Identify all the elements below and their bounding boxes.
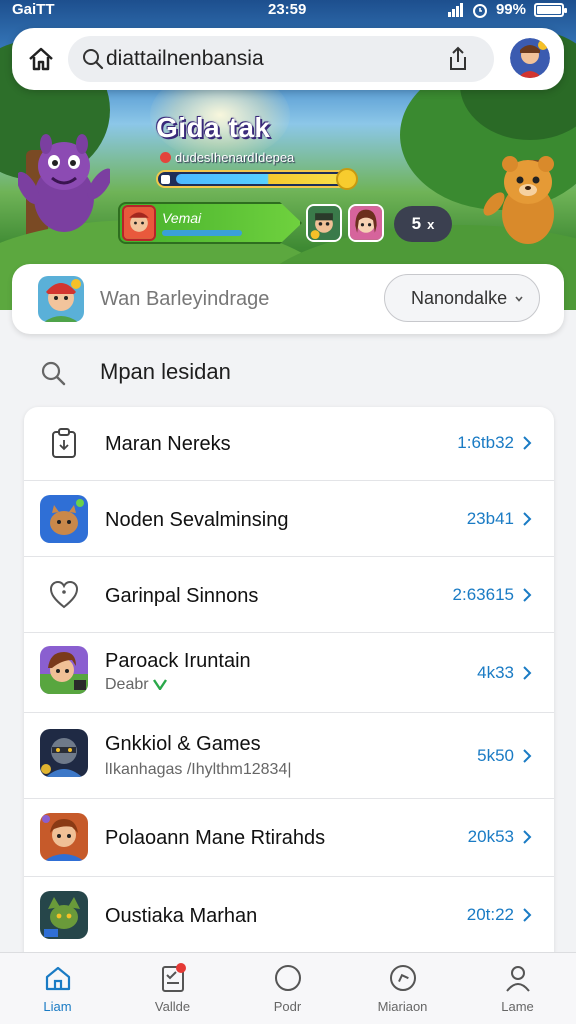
tab-home[interactable]: Liam (0, 953, 115, 1024)
game-title: Gida tak (156, 112, 271, 143)
signal-icon (447, 2, 463, 17)
circle-icon (275, 965, 301, 991)
list-item-value: 23b41 (466, 509, 514, 528)
clock: 23:59 (268, 1, 307, 18)
profile-dropdown[interactable]: Nanondalke (384, 274, 540, 322)
verified-check-icon (153, 679, 168, 692)
bear-illustration (483, 156, 554, 244)
list-item-title: Gnkkiol & Games (105, 733, 261, 755)
game-subtitle: dudesIhenardIdepea (160, 150, 294, 165)
list-item[interactable]: Polaoann Mane Rtirahds 20k53 (24, 799, 554, 877)
list-item-subtitle: lIkanhagas /Ihylthm12834| (105, 761, 292, 778)
address-search-bar[interactable]: diattailnenbansia (68, 36, 494, 82)
profile-name: Wan Barleyindrage (100, 288, 270, 310)
top-bar: diattailnenbansia (12, 28, 564, 90)
list-item[interactable]: Paroack Iruntain Deabr 4k33 (24, 633, 554, 713)
clipboard-icon (52, 428, 76, 458)
notification-badge (176, 963, 186, 973)
chevron-right-icon (523, 512, 532, 526)
chevron-right-icon (523, 666, 532, 680)
list-item[interactable]: Maran Nereks 1:6tb32 (24, 407, 554, 481)
game-app-icon (40, 729, 88, 777)
list-item-title: Garinpal Sinnons (105, 585, 259, 607)
tab-label: Vallde (154, 999, 191, 1014)
bottom-tab-bar: Liam Vallde Podr Miariaon Lame (0, 952, 576, 1024)
share-icon[interactable] (446, 46, 470, 72)
coin-icon (336, 168, 358, 190)
search-query: diattailnenbansia (106, 47, 264, 70)
list-item-title: Noden Sevalminsing (105, 509, 289, 531)
list-item[interactable]: Noden Sevalminsing 23b41 (24, 481, 554, 557)
chevron-right-icon (523, 830, 532, 844)
profile-avatar[interactable] (38, 276, 84, 322)
status-bar: GaiTT 23:59 99% (0, 0, 576, 22)
friend-avatar[interactable] (348, 204, 384, 242)
tab-label: Lame (501, 999, 534, 1014)
tab-values[interactable]: Vallde (115, 953, 230, 1024)
purple-monster-illustration (18, 134, 110, 232)
battery-icon (534, 2, 567, 17)
player-avatar (122, 205, 156, 241)
count-pill[interactable]: 5 x (394, 206, 452, 242)
tab-label: Miariaon (377, 999, 428, 1014)
list-item-subtitle: Deabr (105, 676, 168, 694)
player-card[interactable]: Vemai (118, 202, 302, 244)
chevron-right-icon (523, 436, 532, 450)
list-item-title: Polaoann Mane Rtirahds (105, 827, 326, 849)
fire-icon (160, 152, 171, 163)
tab-label: Liam (43, 999, 72, 1014)
chevron-right-icon (523, 908, 532, 922)
game-app-icon (40, 813, 88, 861)
game-app-icon (40, 495, 88, 543)
chevron-right-icon (523, 588, 532, 602)
battery-percentage: 99% (495, 1, 526, 18)
list-item-title: Oustiaka Marhan (105, 905, 258, 927)
profile-card: Wan Barleyindrage Nanondalke (12, 264, 564, 334)
tab-miariaon[interactable]: Miariaon (345, 953, 460, 1024)
tab-podr[interactable]: Podr (230, 953, 345, 1024)
game-app-icon (40, 646, 88, 694)
list-item[interactable]: Oustiaka Marhan 20t:22 (24, 877, 554, 955)
dropdown-value: Nanondalke (411, 288, 508, 308)
game-list: Maran Nereks 1:6tb32 Noden Sevalminsing … (24, 407, 554, 967)
heart-icon (49, 580, 79, 609)
list-search-row[interactable]: Mpan lesidan (0, 340, 576, 402)
close-icon: x (427, 216, 435, 232)
compass-icon (390, 965, 416, 991)
list-item-value: 2:63615 (452, 585, 514, 604)
chevron-right-icon (523, 749, 532, 763)
search-icon (83, 49, 104, 70)
list-item-title: Maran Nereks (105, 433, 231, 455)
list-item[interactable]: Garinpal Sinnons 2:63615 (24, 557, 554, 633)
user-avatar[interactable] (510, 38, 550, 78)
game-app-icon (40, 891, 88, 939)
tab-profile[interactable]: Lame (460, 953, 575, 1024)
chevron-down-icon (515, 296, 523, 302)
person-icon (506, 966, 530, 992)
list-item-value: 20k53 (467, 827, 514, 846)
carrier-label: GaiTT (12, 1, 55, 18)
alarm-icon (472, 3, 487, 18)
home-icon[interactable] (26, 44, 56, 74)
tab-label: Podr (273, 999, 302, 1014)
search-icon (41, 361, 66, 386)
friend-avatar[interactable] (306, 204, 342, 242)
list-item-value: 5k50 (477, 746, 514, 765)
list-item[interactable]: Gnkkiol & Games lIkanhagas /Ihylthm12834… (24, 713, 554, 799)
list-item-value: 20t:22 (466, 905, 514, 924)
list-item-value: 4k33 (477, 663, 514, 682)
list-item-title: Paroack Iruntain (105, 650, 251, 672)
xp-progress-bar (156, 170, 356, 188)
list-item-value: 1:6tb32 (457, 433, 514, 452)
player-name: Vemai (162, 210, 202, 226)
search-row-label: Mpan lesidan (100, 359, 231, 384)
home-icon (45, 966, 71, 991)
